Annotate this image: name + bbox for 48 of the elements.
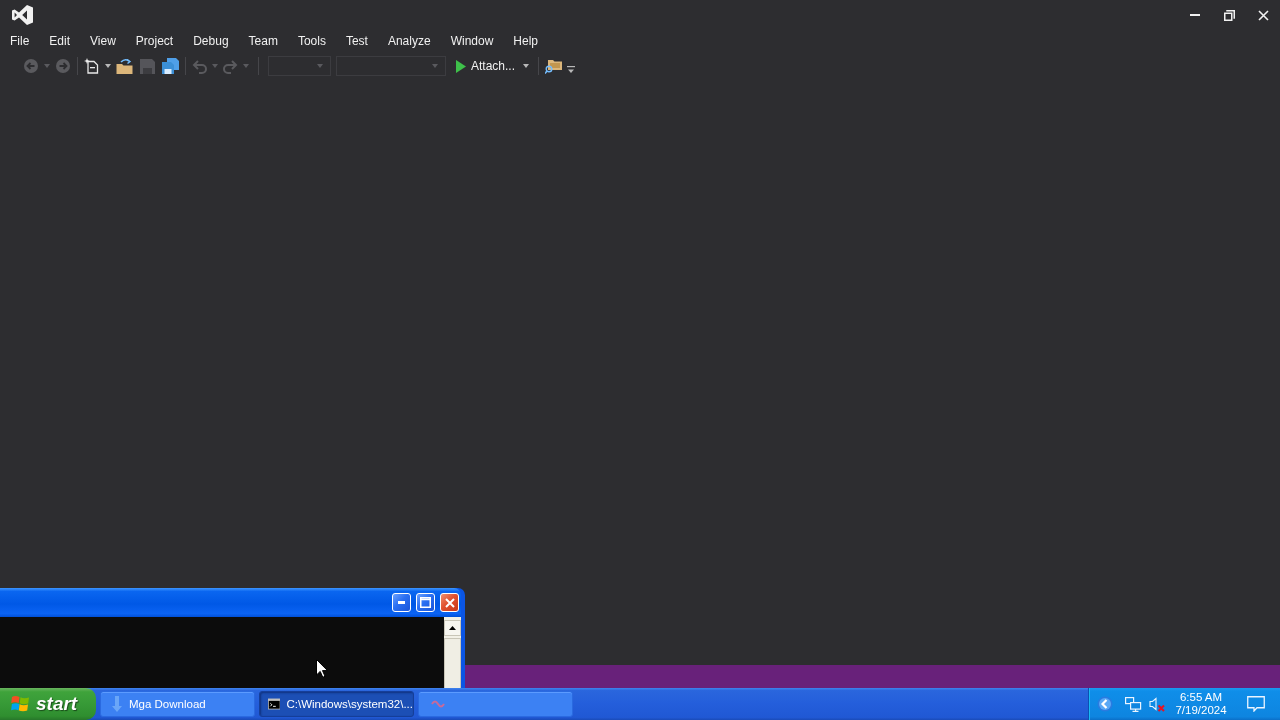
menu-item[interactable]: Debug	[183, 31, 239, 51]
speech-bubble-icon[interactable]	[1247, 696, 1265, 712]
scrollbar-thumb[interactable]	[444, 638, 461, 688]
minimize-button[interactable]	[392, 593, 411, 612]
maximize-button[interactable]	[416, 593, 435, 612]
taskbar-button[interactable]: C:\Windows\system32\...	[259, 691, 414, 717]
maximize-icon	[420, 597, 431, 608]
flag-logo-icon	[11, 695, 30, 713]
caret-icon[interactable]	[523, 64, 530, 68]
menu-item[interactable]: Project	[125, 31, 184, 51]
up-triangle-icon	[449, 626, 456, 630]
menu-item[interactable]: Tools	[287, 31, 336, 51]
clock-date: 7/19/2024	[1175, 704, 1227, 717]
minimize-icon	[398, 601, 405, 604]
app-logo-icon	[12, 5, 33, 25]
menu-item[interactable]: Team	[238, 31, 288, 51]
terminal-icon	[268, 697, 281, 711]
speaker-muted-icon[interactable]	[1149, 696, 1165, 712]
menu-item[interactable]: Help	[503, 31, 548, 51]
menu-item[interactable]: File	[0, 31, 40, 51]
menu-item[interactable]: Test	[335, 31, 378, 51]
play-icon	[456, 59, 466, 73]
close-icon	[444, 597, 455, 608]
taskbar-button[interactable]: Mga Download	[100, 691, 255, 717]
floppy-disks-icon[interactable]	[162, 58, 179, 74]
folder-search-icon[interactable]	[545, 58, 563, 74]
menu-item[interactable]: Edit	[39, 31, 81, 51]
caret-icon	[432, 64, 438, 68]
new-project-icon[interactable]	[84, 58, 100, 74]
menu-item[interactable]: Window	[440, 31, 504, 51]
open-folder-icon[interactable]	[116, 58, 133, 74]
menu-item[interactable]: Analyze	[377, 31, 441, 51]
attach-button[interactable]: Attach...	[453, 57, 519, 75]
overflow-caret-icon[interactable]	[567, 66, 576, 74]
close-icon[interactable]	[1257, 9, 1269, 21]
close-button[interactable]	[440, 593, 459, 612]
restore-icon[interactable]	[1223, 9, 1235, 21]
chevron-left-icon[interactable]	[1097, 696, 1113, 712]
caret-icon	[317, 64, 323, 68]
app-icon	[431, 698, 445, 710]
menu-item[interactable]: View	[80, 31, 126, 51]
clock-time: 6:55 AM	[1179, 691, 1223, 704]
network-icon[interactable]	[1125, 696, 1142, 712]
down-arrow-icon	[112, 696, 122, 712]
caret-icon[interactable]	[105, 64, 111, 68]
pointer-cursor-icon	[316, 659, 328, 678]
scroll-up-button[interactable]	[444, 620, 461, 636]
start-button[interactable]: start	[0, 688, 96, 720]
